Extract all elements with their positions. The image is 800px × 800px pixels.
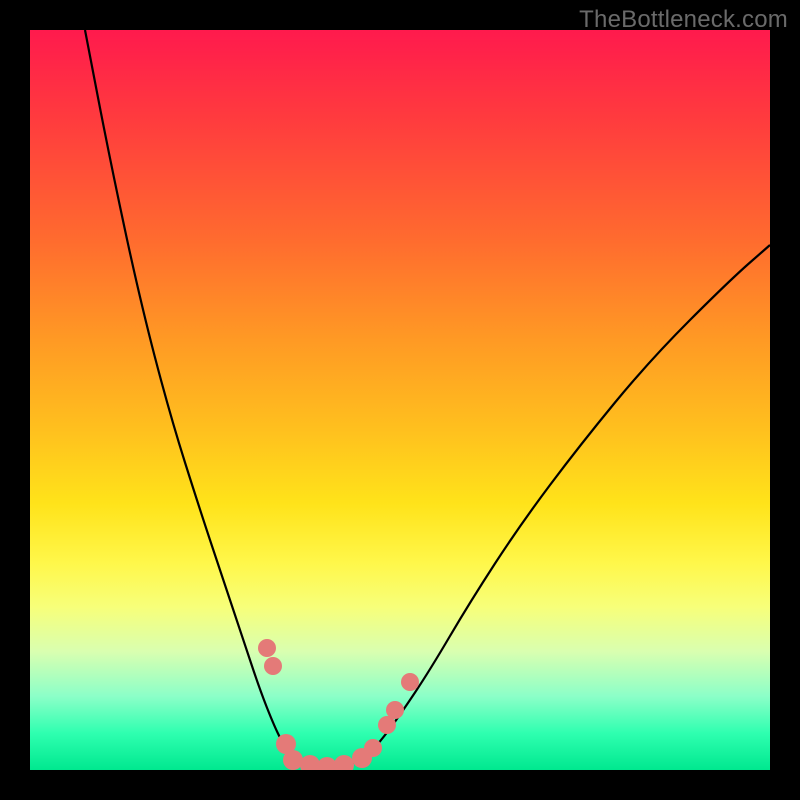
curves-group: [85, 30, 770, 768]
watermark-text: TheBottleneck.com: [579, 6, 788, 34]
data-marker: [258, 639, 276, 657]
data-marker: [334, 755, 354, 770]
data-marker: [264, 657, 282, 675]
data-marker: [386, 701, 404, 719]
data-marker: [283, 750, 303, 770]
data-marker: [364, 739, 382, 757]
chart-frame: TheBottleneck.com: [0, 0, 800, 800]
curve-left-curve: [85, 30, 330, 768]
data-marker: [401, 673, 419, 691]
markers-group: [258, 639, 419, 770]
data-marker: [300, 755, 320, 770]
curve-right-curve: [330, 245, 770, 768]
data-marker: [317, 757, 337, 770]
chart-svg: [30, 30, 770, 770]
plot-area: [30, 30, 770, 770]
